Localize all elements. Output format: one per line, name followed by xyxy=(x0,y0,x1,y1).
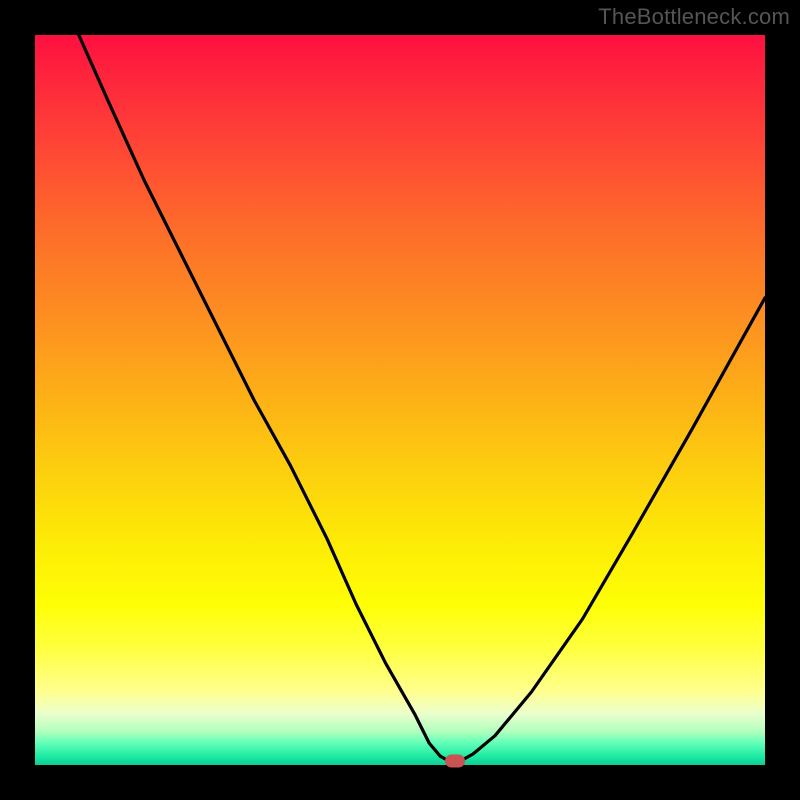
optimal-marker xyxy=(445,754,465,767)
bottleneck-curve xyxy=(35,35,765,765)
plot-area xyxy=(35,35,765,765)
curve-path xyxy=(79,35,765,762)
attribution-label: TheBottleneck.com xyxy=(598,4,790,30)
chart-frame: TheBottleneck.com xyxy=(0,0,800,800)
